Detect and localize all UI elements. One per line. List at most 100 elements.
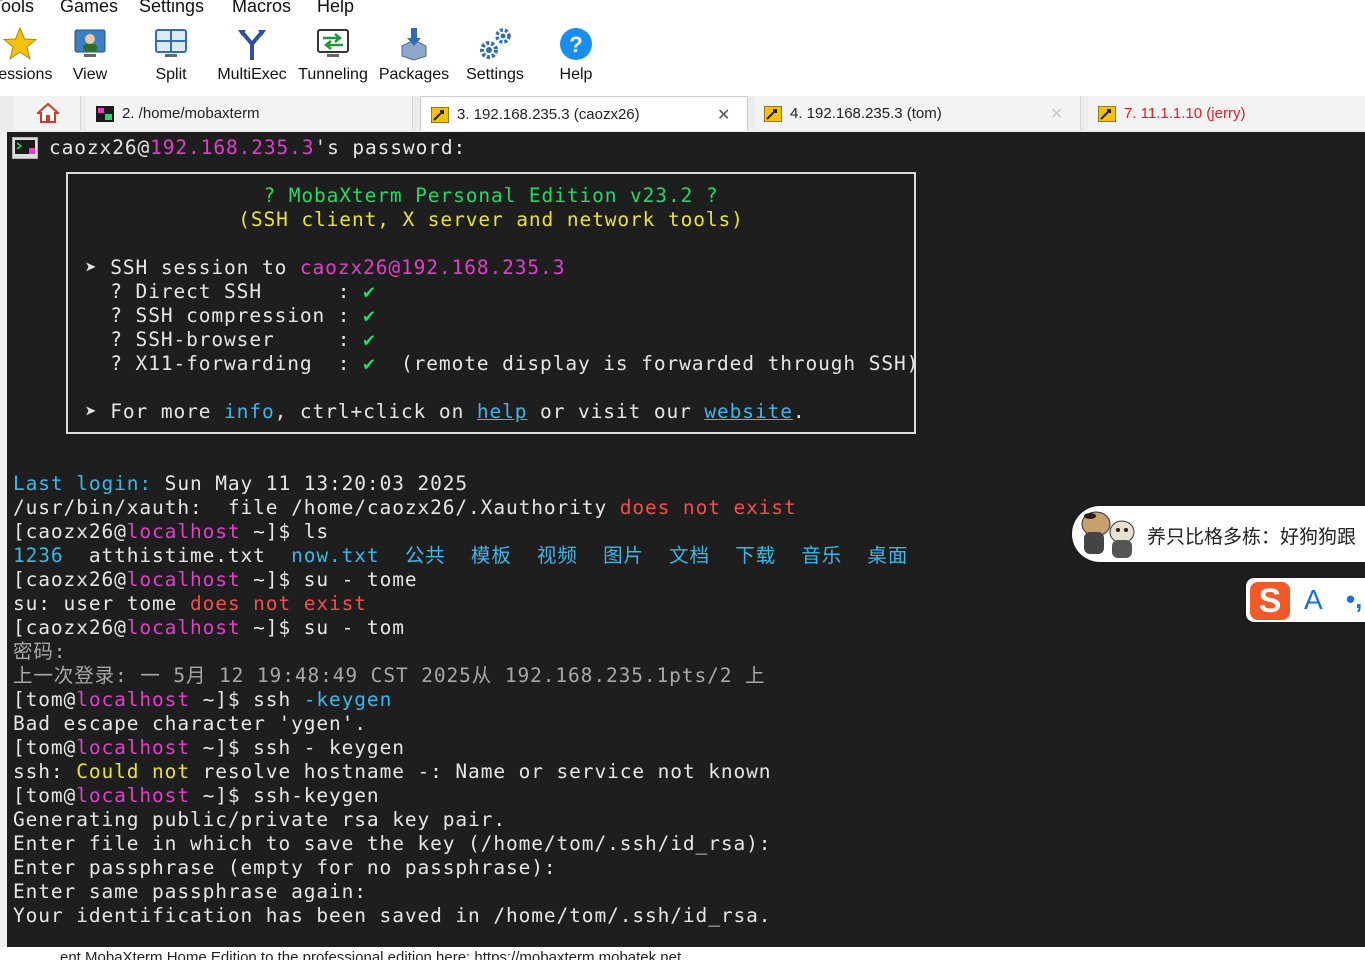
session-tab-bar: 2. /home/mobaxterm 3. 192.168.235.3 (cao… [0,96,1365,132]
banner-option: ? Direct SSH : ✔ [110,280,376,303]
terminal-text-segment: ~]$ ls [240,520,330,543]
password-prompt-line: caozx26@192.168.235.3's password: [49,136,467,159]
tab-caozx26-session[interactable]: 3. 192.168.235.3 (caozx26) ✕ [420,96,748,131]
banner-title: ? MobaXterm Personal Edition v23.2 ? [263,184,719,207]
gears-icon [480,28,511,59]
terminal-line: 1236 atthistime.txt now.txt 公共 模板 视频 图片 … [13,544,908,568]
tunneling-button[interactable]: Tunneling [296,22,370,94]
terminal-text-segment: 密码: [13,640,67,663]
terminal-text-segment: -keygen [303,688,393,711]
terminal-text-segment: 1236 [13,544,64,567]
banner-subtitle: (SSH client, X server and network tools) [238,208,744,231]
terminal-line: Generating public/private rsa key pair. [13,808,506,832]
home-tab[interactable] [14,96,81,130]
terminal-text-segment: Enter file in which to save the key (/ho… [13,832,772,855]
sessions-label: Sessions [0,66,53,83]
svg-text:?: ? [569,32,582,57]
split-button[interactable]: Split [146,22,196,94]
terminal-line: [caozx26@localhost ~]$ su - tome [13,568,418,592]
toolbar: Sessions View Split MultiExec Tunneling … [0,22,1365,96]
info-link[interactable]: info [224,400,275,423]
terminal-text-segment: does not exist [189,592,367,615]
menu-settings[interactable]: Settings [139,0,204,17]
terminal-text-segment: localhost [76,688,190,711]
menu-tools[interactable]: Tools [0,0,34,17]
terminal-text-segment: [tom@ [13,784,77,807]
banner-session-line: ➤ SSH session to caozx26@192.168.235.3 [85,256,566,279]
tab-mobaxterm-home[interactable]: 2. /home/mobaxterm [86,96,413,130]
cartoon-dogs-icon [1081,511,1135,558]
terminal-text-segment: Could not [76,760,190,783]
terminal-line: 密码: [13,640,66,664]
tab-label: 3. 192.168.235.3 (caozx26) [457,106,640,123]
banner-option: ? SSH-browser : ✔ [110,328,376,351]
terminal-app-icon [12,137,38,159]
tab-tom-session[interactable]: 4. 192.168.235.3 (tom) ✕ [754,96,1081,130]
terminal-text-segment: [tom@ [13,688,77,711]
upgrade-notice[interactable]: ent MobaXterm Home Edition to the profes… [60,949,681,960]
terminal-text-segment: localhost [76,736,190,759]
terminal-text-segment: Bad escape character 'ygen'. [13,712,367,735]
tab-jerry-session[interactable]: 7. 11.1.1.10 (jerry) [1088,96,1365,130]
terminal-text-segment: Enter passphrase (empty for no passphras… [13,856,557,879]
ime-mode-toggle[interactable]: A [1304,584,1323,616]
ime-punct-toggle[interactable]: •, [1346,584,1362,615]
close-icon[interactable]: ✕ [1050,104,1063,124]
multiexec-button[interactable]: MultiExec [216,22,288,94]
sogou-logo-icon[interactable]: S [1250,582,1290,620]
close-icon[interactable]: ✕ [717,105,730,125]
settings-button[interactable]: Settings [460,22,530,94]
terminal-text-segment: localhost [126,568,241,591]
ssh-key-icon [764,106,782,122]
banner-more-line: ➤ For more info, ctrl+click on help or v… [85,400,806,423]
split-label: Split [155,66,187,83]
terminal-line: ssh: Could not resolve hostname -: Name … [13,760,771,784]
packages-label: Packages [378,66,450,83]
menu-games[interactable]: Games [60,0,118,17]
view-button[interactable]: View [65,22,115,94]
tunneling-label: Tunneling [298,66,368,83]
terminal-text-segment: Generating public/private rsa key pair. [13,808,506,831]
news-popup[interactable]: 养只比格多栋：好狗狗跟 [1072,506,1365,562]
terminal-line: Enter passphrase (empty for no passphras… [13,856,557,880]
package-icon [401,28,427,61]
sessions-button[interactable]: Sessions [0,22,70,94]
terminal-line: su: user tome does not exist [13,592,367,616]
website-link[interactable]: website [704,400,792,423]
terminal-text-segment: resolve hostname -: Name or service not … [189,760,772,783]
terminal-text-segment: /usr/bin/xauth: file /home/caozx26/.Xaut… [13,496,620,519]
tab-label: 4. 192.168.235.3 (tom) [790,105,942,122]
terminal-text-segment: Sun May 11 13:20:03 2025 [152,472,469,495]
terminal-text-segment: 上一次登录: 一 5月 12 19:48:49 CST 2025从 192.16… [13,664,766,687]
terminal-text-segment: now.txt 公共 模板 视频 图片 文档 下载 音乐 桌面 [291,544,909,567]
tab-label: 2. /home/mobaxterm [122,105,260,122]
ime-toolbar: S A •, [1246,578,1365,622]
terminal-text-segment: does not exist [619,496,797,519]
menu-macros[interactable]: Macros [232,0,291,17]
ssh-key-icon [1098,106,1116,122]
terminal-text-segment: localhost [76,784,190,807]
terminal-line: 上一次登录: 一 5月 12 19:48:49 CST 2025从 192.16… [13,664,765,688]
view-label: View [72,66,108,83]
terminal-line: [tom@localhost ~]$ ssh-keygen [13,784,380,808]
help-button[interactable]: ? Help [552,22,600,94]
news-text: 养只比格多栋：好狗狗跟 [1147,527,1357,548]
terminal-line: [caozx26@localhost ~]$ ls [13,520,329,544]
menu-help[interactable]: Help [317,0,354,17]
terminal-text-segment: su: user tome [13,592,190,615]
terminal-text-segment: [caozx26@ [13,568,127,591]
terminal-line: Enter file in which to save the key (/ho… [13,832,771,856]
terminal-line: [tom@localhost ~]$ ssh -keygen [13,688,392,712]
help-label: Help [559,66,593,83]
question-icon: ? [560,28,592,60]
monitor-user-icon [74,29,106,57]
terminal-text-segment: [tom@ [13,736,77,759]
help-link[interactable]: help [477,400,528,423]
terminal-text-segment: ~]$ ssh-keygen [189,784,380,807]
welcome-banner: ? MobaXterm Personal Edition v23.2 ? (SS… [66,172,920,434]
terminal-text-segment: ssh: [13,760,77,783]
packages-button[interactable]: Packages [378,22,450,94]
terminal-line: Last login: Sun May 11 13:20:03 2025 [13,472,468,496]
terminal-text-segment: ~]$ ssh [189,688,304,711]
banner-option: ? X11-forwarding : ✔ (remote display is … [110,352,920,375]
